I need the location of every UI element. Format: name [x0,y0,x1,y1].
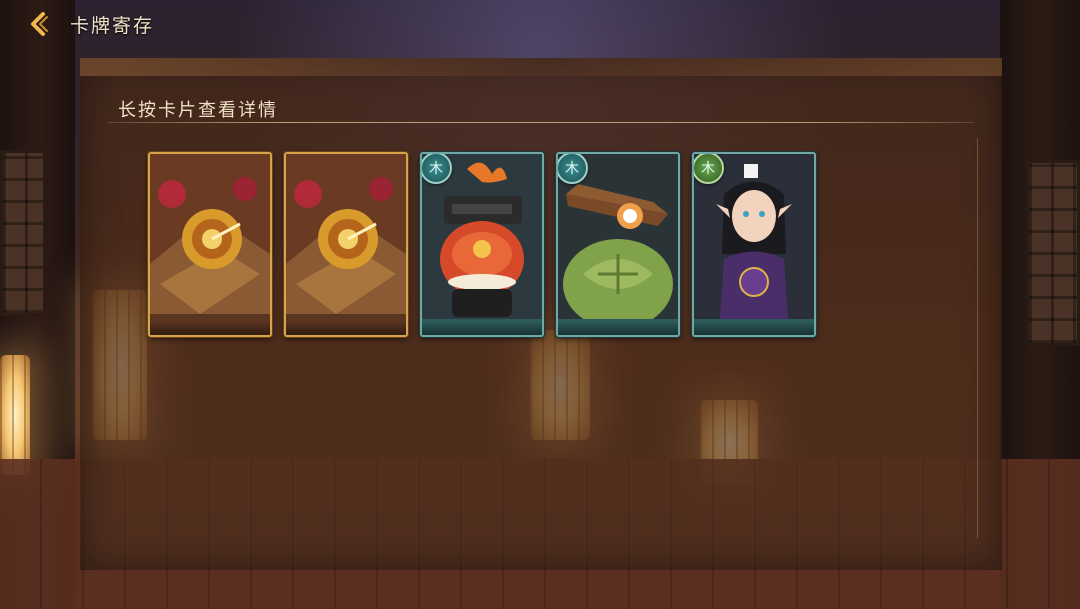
character-card[interactable]: 木 [692,152,816,337]
card-foot [558,321,678,335]
wood-element-badge: 木 [694,154,724,184]
card-foot [422,321,542,335]
card-foot [694,321,814,335]
lantern-light [0,355,30,475]
chevron-left-icon [26,11,52,37]
card-back[interactable] [284,152,408,337]
character-card[interactable]: 木 [420,152,544,337]
shoji-panel [1026,160,1080,346]
card-storage-panel: 长按卡片查看详情 木 木 木 [80,58,1002,570]
card-back[interactable] [148,152,272,337]
card-foot [286,321,406,335]
panel-edge-line [977,138,978,538]
card-list: 木 木 木 [148,152,816,337]
card-back-art [286,154,406,335]
card-foot [150,321,270,335]
card-back-art [150,154,270,335]
wood-element-badge: 木 [558,154,588,184]
wood-element-badge: 木 [422,154,452,184]
page-title: 卡牌寄存 [70,14,155,37]
divider [108,122,974,123]
character-card[interactable]: 木 [556,152,680,337]
hint-text: 长按卡片查看详情 [118,100,278,121]
back-button[interactable] [22,9,56,39]
top-bar: 卡牌寄存 [22,8,154,40]
shoji-panel [0,150,46,316]
